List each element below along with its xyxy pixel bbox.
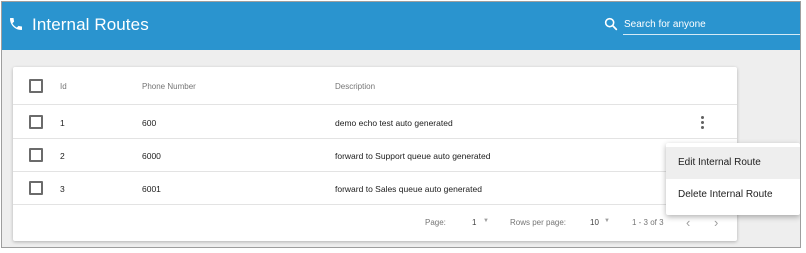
pagination-range: 1 - 3 of 3 [632,218,664,227]
row-description: forward to Sales queue auto generated [335,184,482,194]
row-description: forward to Support queue auto generated [335,151,491,161]
rows-per-page-label: Rows per page: [510,218,567,227]
routes-table-card: Id Phone Number Description 1 600 demo e… [13,67,737,241]
page-select[interactable]: 1 [472,218,476,227]
rows-per-page-select[interactable]: 10 [590,218,599,227]
chevron-right-icon[interactable]: › [714,215,718,230]
column-header-description[interactable]: Description [335,82,375,91]
row-checkbox[interactable] [29,115,43,129]
page-dropdown-icon[interactable]: ▼ [483,218,489,224]
phone-icon [10,18,22,30]
select-all-checkbox[interactable] [29,79,43,93]
chevron-left-icon[interactable]: ‹ [686,215,690,230]
row-context-menu: Edit Internal Route Delete Internal Rout… [666,143,800,215]
delete-internal-route-menu-item[interactable]: Delete Internal Route [666,179,800,211]
row-checkbox[interactable] [29,181,43,195]
table-pagination: Page: 1 ▼ Rows per page: 10 ▼ 1 - 3 of 3… [13,206,737,241]
search-input[interactable] [623,15,800,35]
page-title: Internal Routes [32,15,149,34]
column-header-phone-number[interactable]: Phone Number [142,82,196,91]
table-header-row: Id Phone Number Description [13,67,737,105]
row-id: 1 [60,118,65,128]
search-icon[interactable] [603,16,619,32]
row-phone-number: 600 [142,118,157,128]
column-header-id[interactable]: Id [60,82,67,91]
page-label: Page: [425,218,446,227]
row-phone-number: 6001 [142,184,161,194]
row-description: demo echo test auto generated [335,118,453,128]
more-vert-icon[interactable] [699,116,705,130]
rows-dropdown-icon[interactable]: ▼ [604,218,610,224]
row-id: 3 [60,184,65,194]
row-phone-number: 6000 [142,151,161,161]
app-header: Internal Routes [2,2,800,50]
row-checkbox[interactable] [29,148,43,162]
table-row[interactable]: 3 6001 forward to Sales queue auto gener… [13,172,737,205]
table-row[interactable]: 2 6000 forward to Support queue auto gen… [13,139,737,172]
edit-internal-route-menu-item[interactable]: Edit Internal Route [666,147,800,179]
row-id: 2 [60,151,65,161]
table-row[interactable]: 1 600 demo echo test auto generated [13,106,737,139]
app-window: Internal Routes Id Phone Number Descript… [1,1,801,248]
